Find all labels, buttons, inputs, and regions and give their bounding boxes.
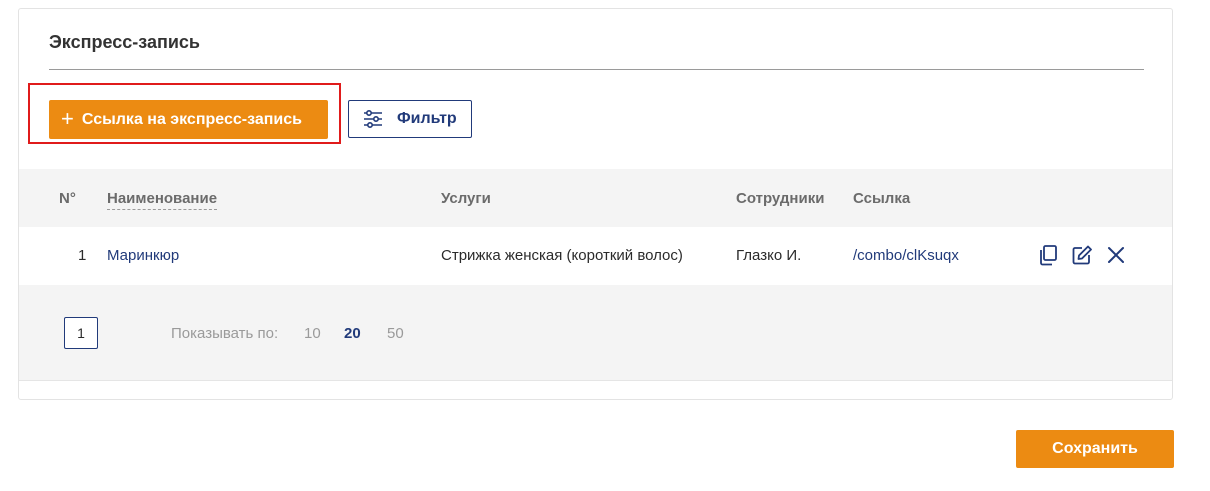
links-table: N° Наименование Услуги Сотрудники Ссылка… [19,169,1172,381]
col-number-header: N° [59,190,76,207]
edit-icon[interactable] [1071,244,1093,266]
page-size-20[interactable]: 20 [344,325,361,342]
add-express-link-button[interactable]: + Ссылка на экспресс-запись [49,100,328,139]
row-link[interactable]: /combo/clKsuqx [853,247,959,264]
col-name-header[interactable]: Наименование [107,190,218,210]
col-services-header: Услуги [441,190,491,207]
row-number: 1 [78,247,87,264]
row-staff: Глазко И. [736,247,802,264]
row-actions [1037,244,1127,266]
pagination: 1 Показывать по: 10 20 50 [19,285,1172,380]
filter-label: Фильтр [397,110,457,127]
sliders-icon [363,110,383,128]
page-size-50[interactable]: 50 [387,325,404,342]
row-services: Стрижка женская (короткий волос) [441,247,683,264]
col-staff-header: Сотрудники [736,190,825,207]
filter-button[interactable]: Фильтр [348,100,472,138]
page-1-button[interactable]: 1 [64,317,98,349]
plus-icon: + [61,105,74,131]
col-link-header: Ссылка [853,190,911,207]
row-name-link[interactable]: Маринкюр [107,247,179,264]
section-title: Экспресс-запись [49,32,200,52]
close-icon[interactable] [1105,244,1127,266]
save-button[interactable]: Сохранить [1016,430,1174,468]
table-row: 1 Маринкюр Стрижка женская (короткий вол… [19,227,1172,285]
express-booking-card: Экспресс-запись + Ссылка на экспресс-зап… [18,8,1173,400]
page-size-10[interactable]: 10 [304,325,321,342]
page-size-label: Показывать по: [171,325,279,342]
add-express-link-label: Ссылка на экспресс-запись [81,110,302,128]
title-divider [49,69,1144,70]
copy-icon[interactable] [1037,244,1059,266]
table-header: N° Наименование Услуги Сотрудники Ссылка [19,169,1172,227]
